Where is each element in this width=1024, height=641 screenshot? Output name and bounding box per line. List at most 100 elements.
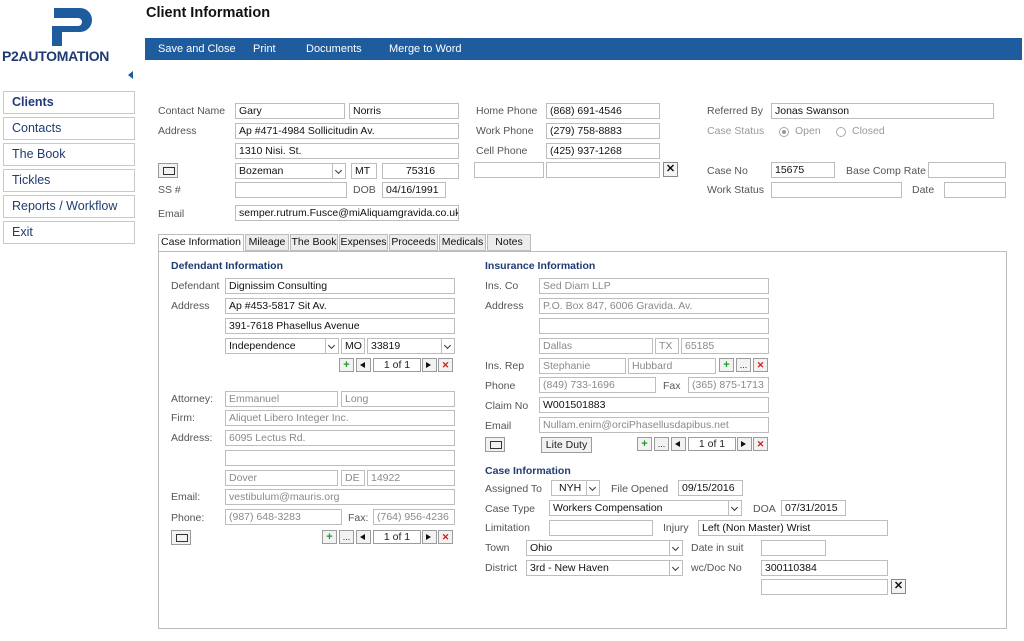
- sidebar-item-contacts[interactable]: Contacts: [3, 117, 135, 140]
- defendant-city-select[interactable]: Independence: [225, 338, 339, 354]
- tab-proceeds[interactable]: Proceeds: [389, 234, 438, 251]
- insurance-prev-button[interactable]: [671, 437, 686, 451]
- delete-rep-button[interactable]: ✕: [753, 358, 768, 372]
- ins-address2-field[interactable]: [539, 318, 769, 334]
- ins-email-field[interactable]: Nullam.enim@orciPhasellusdapibus.net: [539, 417, 769, 433]
- clear-phone-button[interactable]: ✕: [663, 162, 678, 177]
- delete-insurance-button[interactable]: ✕: [753, 437, 768, 451]
- documents-button[interactable]: Documents: [306, 43, 362, 55]
- tab-expenses[interactable]: Expenses: [339, 234, 388, 251]
- last-name-field[interactable]: Norris: [349, 103, 459, 119]
- limitation-field[interactable]: [549, 520, 653, 536]
- add-rep-button[interactable]: +: [719, 358, 734, 372]
- defendant-address1-field[interactable]: Ap #453-5817 Sit Av.: [225, 298, 455, 314]
- district-select[interactable]: 3rd - New Haven: [526, 560, 683, 576]
- add-insurance-button[interactable]: +: [637, 437, 652, 451]
- merge-to-word-button[interactable]: Merge to Word: [389, 43, 462, 55]
- chevron-down-icon[interactable]: [669, 561, 682, 575]
- chevron-down-icon[interactable]: [441, 339, 454, 353]
- clear-wc-doc-button[interactable]: ✕: [891, 579, 906, 594]
- date-in-suit-field[interactable]: [761, 540, 826, 556]
- town-select[interactable]: Ohio: [526, 540, 683, 556]
- ins-envelope-icon[interactable]: [485, 437, 505, 452]
- attorney-first-field[interactable]: Emmanuel: [225, 391, 338, 407]
- collapse-arrow-icon[interactable]: [128, 71, 133, 79]
- firm-address2-field[interactable]: [225, 450, 455, 466]
- first-name-field[interactable]: Gary: [235, 103, 345, 119]
- case-type-select[interactable]: Workers Compensation: [549, 500, 742, 516]
- attorney-phone-field[interactable]: (987) 648-3283: [225, 509, 342, 525]
- attorney-fax-field[interactable]: (764) 956-4236: [373, 509, 455, 525]
- claim-no-field[interactable]: W001501883: [539, 397, 769, 413]
- sidebar-item-the-book[interactable]: The Book: [3, 143, 135, 166]
- doa-field[interactable]: 07/31/2015: [781, 500, 846, 516]
- insurance-lookup-button[interactable]: ...: [654, 437, 669, 451]
- address2-field[interactable]: 1310 Nisi. St.: [235, 143, 459, 159]
- attorney-lookup-button[interactable]: ...: [339, 530, 354, 544]
- date-field[interactable]: [944, 182, 1006, 198]
- wc-doc-extra-field[interactable]: [761, 579, 888, 595]
- attorney-envelope-icon[interactable]: [171, 530, 191, 545]
- ins-phone-field[interactable]: (849) 733-1696: [539, 377, 656, 393]
- cell-phone-field[interactable]: (425) 937-1268: [546, 143, 660, 159]
- injury-field[interactable]: Left (Non Master) Wrist: [698, 520, 888, 536]
- state-field[interactable]: MT: [351, 163, 377, 179]
- insurance-next-button[interactable]: [737, 437, 752, 451]
- attorney-prev-button[interactable]: [356, 530, 371, 544]
- chevron-down-icon[interactable]: [332, 164, 345, 178]
- work-phone-field[interactable]: (279) 758-8883: [546, 123, 660, 139]
- file-opened-field[interactable]: 09/15/2016: [678, 480, 743, 496]
- add-defendant-button[interactable]: +: [339, 358, 354, 372]
- referred-by-field[interactable]: Jonas Swanson: [771, 103, 994, 119]
- firm-address1-field[interactable]: 6095 Lectus Rd.: [225, 430, 455, 446]
- next-record-button[interactable]: [422, 358, 437, 372]
- attorney-email-field[interactable]: vestibulum@mauris.org: [225, 489, 455, 505]
- save-close-button[interactable]: Save and Close: [158, 43, 236, 55]
- status-open-radio[interactable]: [779, 127, 789, 137]
- work-status-field[interactable]: [771, 182, 902, 198]
- ins-co-field[interactable]: Sed Diam LLP: [539, 278, 769, 294]
- lite-duty-button[interactable]: Lite Duty: [541, 437, 592, 453]
- attorney-last-field[interactable]: Long: [341, 391, 455, 407]
- chevron-down-icon[interactable]: [325, 339, 338, 353]
- tab-the-book[interactable]: The Book: [290, 234, 338, 251]
- sidebar-item-exit[interactable]: Exit: [3, 221, 135, 244]
- ins-address1-field[interactable]: P.O. Box 847, 6006 Gravida. Av.: [539, 298, 769, 314]
- defendant-address2-field[interactable]: 391-7618 Phasellus Avenue: [225, 318, 455, 334]
- dob-field[interactable]: 04/16/1991: [382, 182, 446, 198]
- tab-medicals[interactable]: Medicals: [439, 234, 486, 251]
- tab-notes[interactable]: Notes: [487, 234, 531, 251]
- zip-field[interactable]: 75316: [382, 163, 459, 179]
- extra-phone-label-field[interactable]: [474, 162, 544, 178]
- ins-zip-field[interactable]: 65185: [681, 338, 769, 354]
- defendant-state-field[interactable]: MO: [341, 338, 365, 354]
- chevron-down-icon[interactable]: [669, 541, 682, 555]
- firm-state-field[interactable]: DE: [341, 470, 365, 486]
- sidebar-item-clients[interactable]: Clients: [3, 91, 135, 114]
- envelope-icon[interactable]: [158, 163, 178, 178]
- ins-state-field[interactable]: TX: [655, 338, 679, 354]
- ins-fax-field[interactable]: (365) 875-1713: [688, 377, 769, 393]
- firm-zip-field[interactable]: 14922: [367, 470, 455, 486]
- wc-doc-field[interactable]: 300110384: [761, 560, 888, 576]
- sidebar-item-tickles[interactable]: Tickles: [3, 169, 135, 192]
- sidebar-item-reports-workflow[interactable]: Reports / Workflow: [3, 195, 135, 218]
- tab-mileage[interactable]: Mileage: [245, 234, 289, 251]
- defendant-field[interactable]: Dignissim Consulting: [225, 278, 455, 294]
- case-no-field[interactable]: 15675: [771, 162, 835, 178]
- print-button[interactable]: Print: [253, 43, 276, 55]
- city-select[interactable]: Bozeman: [235, 163, 346, 179]
- rep-lookup-button[interactable]: ...: [736, 358, 751, 372]
- ins-city-field[interactable]: Dallas: [539, 338, 653, 354]
- firm-city-field[interactable]: Dover: [225, 470, 338, 486]
- delete-defendant-button[interactable]: ✕: [438, 358, 453, 372]
- chevron-down-icon[interactable]: [586, 481, 599, 495]
- firm-field[interactable]: Aliquet Libero Integer Inc.: [225, 410, 455, 426]
- rep-last-field[interactable]: Hubbard: [628, 358, 716, 374]
- email-field[interactable]: semper.rutrum.Fusce@miAliquamgravida.co.…: [235, 205, 459, 221]
- extra-phone-field[interactable]: [546, 162, 660, 178]
- add-attorney-button[interactable]: +: [322, 530, 337, 544]
- defendant-zip-select[interactable]: 33819: [367, 338, 455, 354]
- chevron-down-icon[interactable]: [728, 501, 741, 515]
- ssn-field[interactable]: [235, 182, 347, 198]
